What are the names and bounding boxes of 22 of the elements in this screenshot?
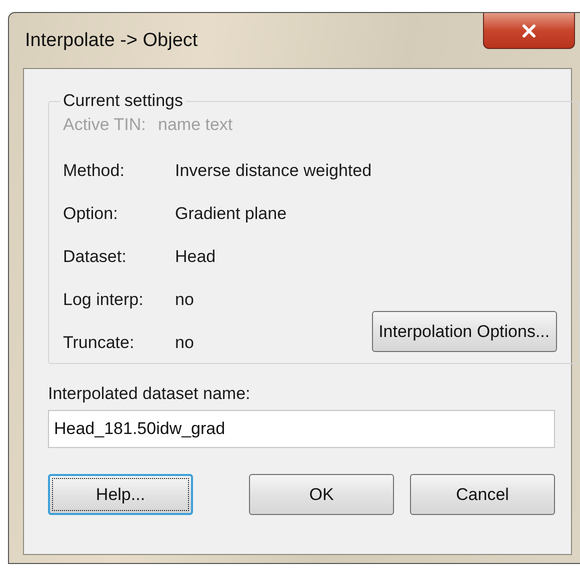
field-label: Interpolated dataset name: (48, 384, 252, 404)
setting-label: Log interp: (63, 290, 144, 310)
dialog-button[interactable]: Cancel (410, 474, 555, 515)
setting-label: Method: (63, 160, 126, 180)
dialog-button[interactable]: Help... (48, 474, 193, 515)
dialog-button[interactable]: OK (249, 474, 394, 515)
dataset-name-field[interactable]: Head_181.50idw_grad (48, 410, 555, 448)
setting-value: Inverse distance weighted (175, 160, 372, 180)
setting-value: Gradient plane (175, 204, 287, 224)
setting-label: Option: (63, 204, 119, 224)
group-title: Current settings (62, 91, 184, 111)
close-icon (521, 24, 537, 38)
setting-value: no (175, 332, 194, 352)
interpolation-options-button[interactable]: Interpolation Options... (372, 311, 557, 352)
close-button[interactable] (483, 13, 575, 49)
window-title: Interpolate -> Object (24, 30, 198, 52)
setting-label: Dataset: (63, 246, 128, 266)
setting-value: Head (175, 246, 216, 266)
setting-label: Truncate: (63, 332, 136, 352)
setting-label: Active TIN: (63, 115, 147, 135)
setting-value: no (175, 290, 194, 310)
setting-value: name text (158, 115, 233, 135)
